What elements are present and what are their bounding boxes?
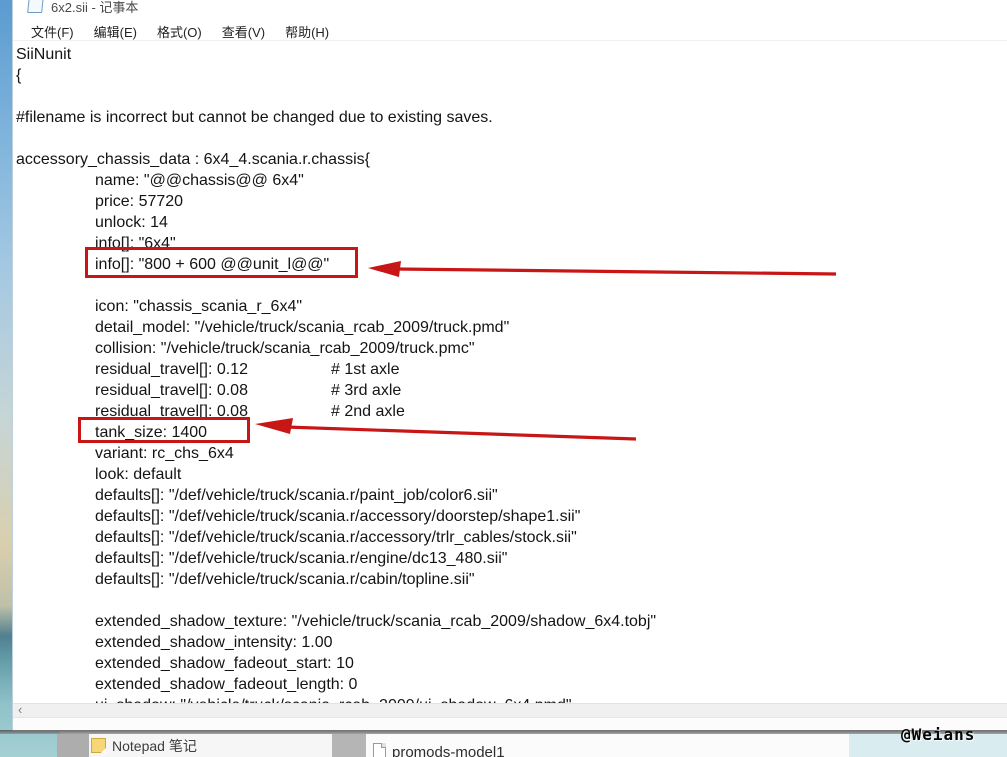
window-title: 6x2.sii - 记事本 <box>51 0 139 15</box>
menu-item-3[interactable]: 查看(V) <box>212 19 275 41</box>
menu-bar: 文件(F) 编辑(E) 格式(O) 查看(V) 帮助(H) <box>13 19 1007 41</box>
editor-line-comment: # 2nd axle <box>331 403 405 420</box>
editor-line: detail_model: "/vehicle/truck/scania_rca… <box>13 317 1007 338</box>
editor-line: variant: rc_chs_6x4 <box>13 443 1007 464</box>
file-name-label: promods-model1 <box>392 744 505 757</box>
editor-line-text: defaults[]: "/def/vehicle/truck/scania.r… <box>95 550 508 567</box>
background-window-edge <box>332 734 366 757</box>
editor-line: #filename is incorrect but cannot be cha… <box>13 107 1007 128</box>
editor-line: defaults[]: "/def/vehicle/truck/scania.r… <box>13 569 1007 590</box>
editor-line: collision: "/vehicle/truck/scania_rcab_2… <box>13 338 1007 359</box>
sticky-notes-window[interactable]: Notepad 笔记 <box>89 734 332 757</box>
editor-line-text: defaults[]: "/def/vehicle/truck/scania.r… <box>95 508 581 525</box>
editor-line-text: defaults[]: "/def/vehicle/truck/scania.r… <box>95 529 577 546</box>
editor-line-text: look: default <box>95 466 182 483</box>
annotation-box-info-line <box>85 247 358 278</box>
sticky-note-icon <box>91 738 106 753</box>
status-strip <box>13 717 1007 731</box>
editor-line: extended_shadow_intensity: 1.00 <box>13 632 1007 653</box>
menu-item-4[interactable]: 帮助(H) <box>275 19 339 41</box>
title-bar[interactable]: 6x2.sii - 记事本 <box>13 0 1007 19</box>
notepad-app-icon <box>27 0 44 13</box>
editor-line: extended_shadow_texture: "/vehicle/truck… <box>13 611 1007 632</box>
editor-line-text: name: "@@chassis@@ 6x4" <box>95 172 304 189</box>
editor-line-text: residual_travel[]: 0.08 <box>95 382 248 399</box>
file-list-window[interactable]: promods-model1 <box>366 734 849 757</box>
scroll-left-arrow-icon[interactable]: ‹ <box>18 703 22 717</box>
editor-line: extended_shadow_fadeout_start: 10 <box>13 653 1007 674</box>
background-windows: Notepad 笔记 promods-model1 <box>0 734 1007 757</box>
editor-line-text: { <box>16 67 22 84</box>
editor-line-comment: # 3rd axle <box>331 382 402 399</box>
editor-line-text: icon: "chassis_scania_r_6x4" <box>95 298 303 315</box>
editor-line-text: price: 57720 <box>95 193 184 210</box>
editor-line: icon: "chassis_scania_r_6x4" <box>13 296 1007 317</box>
editor-line-text: #filename is incorrect but cannot be cha… <box>16 109 493 126</box>
editor-line: defaults[]: "/def/vehicle/truck/scania.r… <box>13 485 1007 506</box>
editor-line-text: collision: "/vehicle/truck/scania_rcab_2… <box>95 340 475 357</box>
editor-line: accessory_chassis_data : 6x4_4.scania.r.… <box>13 149 1007 170</box>
editor-line-text: extended_shadow_intensity: 1.00 <box>95 634 333 651</box>
horizontal-scrollbar[interactable]: ‹ <box>13 703 1007 717</box>
editor-line-text: extended_shadow_texture: "/vehicle/truck… <box>95 613 657 630</box>
editor-line-text: extended_shadow_fadeout_length: 0 <box>95 676 358 693</box>
watermark: @Weians <box>901 725 976 744</box>
annotation-box-tank-size <box>78 417 250 443</box>
editor-line-text: accessory_chassis_data : 6x4_4.scania.r.… <box>16 151 370 168</box>
editor-line: price: 57720 <box>13 191 1007 212</box>
menu-item-1[interactable]: 编辑(E) <box>84 19 147 41</box>
editor-line: defaults[]: "/def/vehicle/truck/scania.r… <box>13 527 1007 548</box>
notepad-window: 6x2.sii - 记事本 文件(F) 编辑(E) 格式(O) 查看(V) 帮助(H) … <box>12 0 1007 731</box>
editor-line-text: variant: rc_chs_6x4 <box>95 445 234 462</box>
editor-line: unlock: 14 <box>13 212 1007 233</box>
editor-line-text: extended_shadow_fadeout_start: 10 <box>95 655 354 672</box>
editor-line-text: unlock: 14 <box>95 214 168 231</box>
editor-line: { <box>13 65 1007 86</box>
sticky-note-label: Notepad 笔记 <box>112 738 197 754</box>
editor-line: ui_shadow: "/vehicle/truck/scania_rcab_2… <box>13 695 1007 703</box>
editor-line: residual_travel[]: 0.12 # 1st axle <box>13 359 1007 380</box>
editor-line: residual_travel[]: 0.08 # 3rd axle <box>13 380 1007 401</box>
editor-line-text: detail_model: "/vehicle/truck/scania_rca… <box>95 319 510 336</box>
text-editor-area[interactable]: SiiNunit { #filename is incorrect but cann… <box>13 41 1007 703</box>
editor-line-text: defaults[]: "/def/vehicle/truck/scania.r… <box>95 487 498 504</box>
editor-line: defaults[]: "/def/vehicle/truck/scania.r… <box>13 548 1007 569</box>
menu-item-2[interactable]: 格式(O) <box>147 19 212 41</box>
editor-line: SiiNunit <box>13 44 1007 65</box>
editor-line: name: "@@chassis@@ 6x4" <box>13 170 1007 191</box>
menu-item-0[interactable]: 文件(F) <box>21 19 84 41</box>
editor-line: look: default <box>13 464 1007 485</box>
editor-line-comment: # 1st axle <box>331 361 400 378</box>
editor-line: extended_shadow_fadeout_length: 0 <box>13 674 1007 695</box>
editor-line-text: SiiNunit <box>16 46 72 63</box>
editor-line: defaults[]: "/def/vehicle/truck/scania.r… <box>13 506 1007 527</box>
editor-line-text: residual_travel[]: 0.12 <box>95 361 248 378</box>
document-icon <box>373 743 386 757</box>
background-window-edge <box>57 734 89 757</box>
editor-line-text: defaults[]: "/def/vehicle/truck/scania.r… <box>95 571 475 588</box>
